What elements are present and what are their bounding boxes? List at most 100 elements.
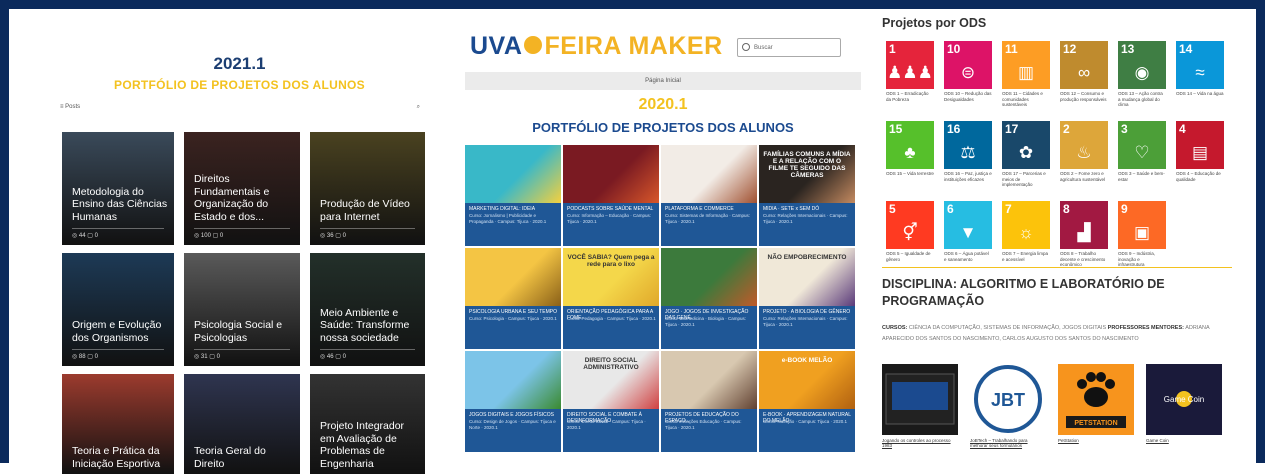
project-card[interactable]: PROJETOS DE EDUCAÇÃO DO ESPAÇO... Curso: …: [661, 351, 757, 452]
post-card[interactable]: Teoria Geral do Direito: [184, 374, 300, 474]
post-title: Metodologia do Ensino das Ciências Human…: [72, 185, 168, 223]
post-card[interactable]: Projeto Integrador em Avaliação de Probl…: [310, 374, 425, 474]
ods-tile[interactable]: 9 ▣ ODS 9 – Indústria, inovação e infraest…: [1118, 201, 1166, 271]
ods-tile[interactable]: 15 ♣ ODS 15 – Vida terrestre: [886, 121, 934, 199]
ods-tile[interactable]: 12 ∞ ODS 12 – Consumo e produção responsáv…: [1060, 41, 1108, 119]
project-caption-link[interactable]: Jogando os controles ao processo 1983: [882, 438, 958, 448]
ods-symbol-icon: ♡: [1134, 143, 1150, 162]
project-thumbnail: [465, 351, 561, 409]
project-thumbnail: FAMÍLIAS COMUNS A MÍDIA E A RELAÇÃO COM …: [759, 145, 855, 203]
ods-tile[interactable]: 8 ▟ ODS 8 – Trabalho decente e crescimento…: [1060, 201, 1108, 271]
project-card[interactable]: NÃO EMPOBRECIMENTO PROJETO · A BIOLOGIA D…: [759, 248, 855, 349]
ods-tile[interactable]: 2 ♨ ODS 2 – Fome zero e agricultura susten…: [1060, 121, 1108, 199]
ods-number: 12: [1063, 42, 1077, 56]
project-title: PLATAFORMA E COMMERCE: [665, 206, 734, 212]
ods-badge: 12 ∞: [1060, 41, 1108, 89]
project-card[interactable]: MARKETING DIGITAL: IDEIA Curso: Jornalism…: [465, 145, 561, 246]
post-card[interactable]: Origem e Evolução dos Organismos ◎ 88 ▢ 0: [62, 253, 174, 366]
post-card[interactable]: Psicologia Social e Psicologias ◎ 31 ▢ 0: [184, 253, 300, 366]
ods-badge: 17 ✿: [1002, 121, 1050, 169]
ods-caption: ODS 3 – Saúde e bem-estar: [1118, 171, 1165, 182]
search-icon[interactable]: ⌕: [417, 104, 420, 111]
ods-caption: ODS 1 – Erradicação da Pobreza: [886, 91, 929, 102]
ods-number: 10: [947, 42, 961, 56]
discipline-project[interactable]: Jogando os controles ao processo 1983: [882, 364, 958, 449]
ods-symbol-icon: ≈: [1195, 63, 1205, 82]
jbt-logo-icon: JBT: [974, 365, 1042, 433]
feira-maker-logo[interactable]: UVA FEIRA MAKER: [470, 32, 723, 61]
ods-tile[interactable]: 4 ▤ ODS 4 – Educação de qualidade: [1176, 121, 1224, 199]
discipline-project[interactable]: JBT JoBTech – Trabalhando para melhorar s…: [970, 364, 1046, 449]
ods-caption: ODS 5 – Igualdade de gênero: [886, 251, 931, 262]
posts-menu[interactable]: ≡ Posts: [60, 104, 80, 110]
ods-symbol-icon: ▟: [1077, 223, 1091, 242]
project-meta: Curso: Design de Jogos · Campus: Tijuca …: [469, 419, 556, 430]
project-thumbnail: [661, 145, 757, 203]
project-thumbnail: [661, 351, 757, 409]
ods-tile[interactable]: 11 ▥ ODS 11 – Cidades e comunidades susten…: [1002, 41, 1050, 119]
search-input[interactable]: Buscar: [737, 38, 841, 57]
project-title: PSICOLOGIA URBANA E SEU TEMPO: [469, 309, 557, 315]
post-title: Meio Ambiente e Saúde: Transforme nossa …: [320, 306, 410, 344]
project-card[interactable]: DIREITO SOCIAL ADMINISTRATIVO DIREITO SOC…: [563, 351, 659, 452]
ods-badge: 3 ♡: [1118, 121, 1166, 169]
ods-badge: 13 ◉: [1118, 41, 1166, 89]
ods-tile[interactable]: 16 ⚖ ODS 16 – Paz, justiça e instituições …: [944, 121, 992, 199]
ods-tile[interactable]: 14 ≈ ODS 14 – Vida na água: [1176, 41, 1224, 119]
project-card[interactable]: JOGOS DIGITAIS E JOGOS FÍSICOS Curso: Des…: [465, 351, 561, 452]
ods-number: 5: [889, 202, 896, 216]
year-title: 2020.1: [638, 96, 688, 113]
ods-number: 9: [1121, 202, 1128, 216]
ods-badge: 9 ▣: [1118, 201, 1166, 249]
post-card[interactable]: Meio Ambiente e Saúde: Transforme nossa …: [310, 253, 425, 366]
ods-tile[interactable]: 5 ⚥ ODS 5 – Igualdade de gênero: [886, 201, 934, 271]
project-caption-link[interactable]: JoBTech – Trabalhando para melhorar seus…: [970, 438, 1046, 448]
year-title: 2021.1: [213, 54, 266, 73]
post-divider: [72, 228, 164, 229]
thumbnail-text: e-BOOK MELÃO: [781, 357, 833, 364]
discipline-projects: Jogando os controles ao processo 1983 JBT…: [882, 364, 1222, 449]
post-card[interactable]: Direitos Fundamentais e Organização do E…: [184, 132, 300, 245]
project-card[interactable]: PSICOLOGIA URBANA E SEU TEMPO Curso: Psic…: [465, 248, 561, 349]
search-icon: [742, 43, 750, 51]
project-card[interactable]: e-BOOK MELÃO E-BOOK · APRENDIZAGEM NATURA…: [759, 351, 855, 452]
ods-badge: 6 ▼: [944, 201, 992, 249]
nav-home-link[interactable]: Página Inicial: [465, 72, 861, 90]
project-meta: Curso: Relações Educação · Campus: Tijuc…: [665, 419, 742, 430]
ods-tile[interactable]: 3 ♡ ODS 3 – Saúde e bem-estar: [1118, 121, 1166, 199]
ods-symbol-icon: ▣: [1133, 223, 1151, 242]
ods-tile[interactable]: 6 ▼ ODS 6 – Água potável e saneamento: [944, 201, 992, 271]
post-card[interactable]: Metodologia do Ensino das Ciências Human…: [62, 132, 174, 245]
project-card[interactable]: PODCASTS SOBRE SAÚDE MENTAL Curso: Inform…: [563, 145, 659, 246]
project-meta: Curso: Psicologia · Campus: Tijuca · 202…: [469, 316, 557, 321]
ods-number: 7: [1005, 202, 1012, 216]
project-card[interactable]: FAMÍLIAS COMUNS A MÍDIA E A RELAÇÃO COM …: [759, 145, 855, 246]
ods-caption: ODS 14 – Vida na água: [1176, 91, 1224, 96]
ods-caption: ODS 4 – Educação de qualidade: [1176, 171, 1221, 182]
ods-tile[interactable]: 1 ♟♟♟ ODS 1 – Erradicação da Pobreza: [886, 41, 934, 119]
ods-tile[interactable]: 10 ⊜ ODS 10 – Redução das Desigualdades: [944, 41, 992, 119]
project-caption-link[interactable]: PetStation: [1058, 438, 1134, 443]
discipline-project[interactable]: PETSTATION PetStation: [1058, 364, 1134, 449]
ods-tile[interactable]: 7 ☼ ODS 7 – Energia limpa e acessível: [1002, 201, 1050, 271]
discipline-project[interactable]: Game Coin Game Coin: [1146, 364, 1222, 449]
project-caption-link[interactable]: Game Coin: [1146, 438, 1222, 443]
project-thumbnail: e-BOOK MELÃO: [759, 351, 855, 409]
post-divider: [194, 349, 290, 350]
svg-text:Game Coin: Game Coin: [1164, 395, 1204, 404]
project-image: [882, 364, 958, 435]
ods-badge: 5 ⚥: [886, 201, 934, 249]
ods-tile[interactable]: 17 ✿ ODS 17 – Parcerias e meios de impleme…: [1002, 121, 1050, 199]
project-card[interactable]: VOCÊ SABIA? Quem pega a rede para o lixo…: [563, 248, 659, 349]
thumbnail-text: NÃO EMPOBRECIMENTO: [767, 254, 847, 261]
ods-badge: 15 ♣: [886, 121, 934, 169]
post-card[interactable]: Produção de Vídeo para Internet ◎ 36 ▢ 0: [310, 132, 425, 245]
project-meta: Curso: Relações Internacionais · Campus:…: [763, 316, 848, 327]
ods-tile[interactable]: 13 ◉ ODS 13 – Ação contra a mudança global…: [1118, 41, 1166, 119]
project-card[interactable]: PLATAFORMA E COMMERCE Curso: Sistemas de …: [661, 145, 757, 246]
project-card[interactable]: JOGO · JOGOS DE INVESTIGAÇÃO DAS GENÉ...…: [661, 248, 757, 349]
post-card[interactable]: Teoria e Prática da Iniciação Esportiva: [62, 374, 174, 474]
ods-badge: 11 ▥: [1002, 41, 1050, 89]
courses-text: CIÊNCIA DA COMPUTAÇÃO, SISTEMAS DE INFOR…: [908, 325, 1107, 331]
project-meta: Curso: Sistemas de Informação · Campus: …: [665, 213, 751, 224]
